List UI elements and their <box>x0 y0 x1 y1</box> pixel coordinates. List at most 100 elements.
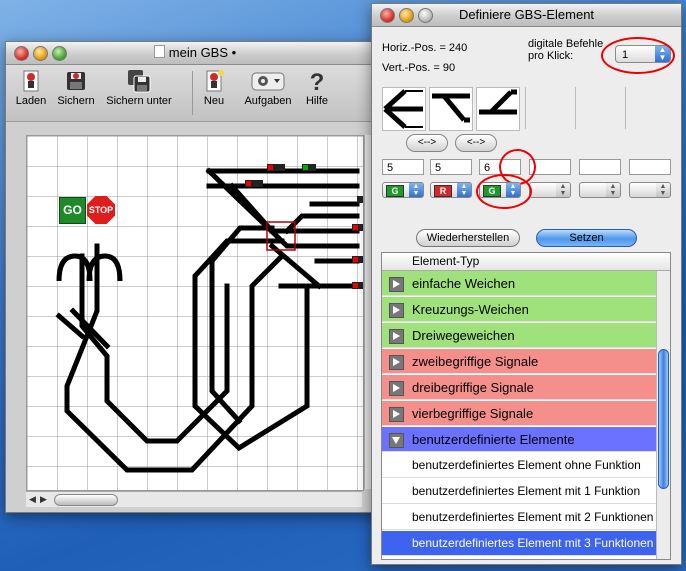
restore-button[interactable]: Wiederherstellen <box>416 229 520 247</box>
category-label: benutzerdefinierte Elemente <box>412 432 575 447</box>
swap-button-1[interactable]: <--> <box>406 134 448 152</box>
item-label: benutzerdefiniertes Element mit 1 Funkti… <box>412 484 641 498</box>
save-as-disk-icon <box>128 70 151 93</box>
list-item-element-ohne-funktion[interactable]: benutzerdefiniertes Element ohne Funktio… <box>382 453 657 478</box>
list-item-element-1-funktion[interactable]: benutzerdefiniertes Element mit 1 Funkti… <box>382 479 657 504</box>
disclosure-triangle-icon[interactable] <box>389 329 404 344</box>
item-label: benutzerdefiniertes Element ohne Funktio… <box>412 458 641 472</box>
address-field-6[interactable] <box>629 159 671 175</box>
signal-stepper-icon: ▲ ▼ <box>457 183 471 197</box>
category-zweibegriffige-signale[interactable]: zweibegriffige Signale <box>382 349 657 374</box>
tile-empty-6[interactable] <box>625 87 668 129</box>
category-einfache-weichen[interactable]: einfache Weichen <box>382 271 657 296</box>
track-layout[interactable] <box>27 136 363 490</box>
dialog-close-button[interactable] <box>380 8 395 23</box>
signal-popup-1[interactable]: G ▲ ▼ <box>382 182 424 198</box>
list-scroll-thumb[interactable] <box>658 349 669 489</box>
list-item-element-3-funktionen[interactable]: benutzerdefiniertes Element mit 3 Funkti… <box>382 531 657 556</box>
category-label: zweibegriffige Signale <box>412 354 539 369</box>
signal-chip-2: R <box>434 185 452 197</box>
layout-canvas[interactable]: GO STOP <box>26 135 364 491</box>
address-field-4[interactable] <box>529 159 571 175</box>
category-label: einfache Weichen <box>412 276 516 291</box>
disclosure-triangle-icon[interactable] <box>389 303 404 318</box>
category-vierbegriffige-signale[interactable]: vierbegriffige Signale <box>382 401 657 426</box>
main-titlebar[interactable]: mein GBS • <box>6 42 384 65</box>
laden-button[interactable]: Laden <box>12 69 50 107</box>
digital-commands-popup[interactable]: 1 ▲ ▼ <box>615 45 671 63</box>
digital-label-line1: digitale Befehle <box>528 38 604 50</box>
tile-empty-5[interactable] <box>575 87 618 129</box>
horizontal-scroll-thumb[interactable] <box>54 494 118 506</box>
signal-popup-4[interactable]: ▲ ▼ <box>529 182 571 198</box>
address-field-2[interactable]: 5 <box>430 159 472 175</box>
disclosure-triangle-icon[interactable] <box>389 277 404 292</box>
category-dreibegriffige-signale[interactable]: dreibegriffige Signale <box>382 375 657 400</box>
element-type-list[interactable]: Element-Typ einfache Weichen Kreuzungs-W… <box>381 252 671 560</box>
switch-left-icon <box>383 89 423 129</box>
digital-commands-value: 1 <box>622 49 629 61</box>
dialog-minimize-button[interactable] <box>399 8 414 23</box>
dialog-zoom-button[interactable] <box>418 8 433 23</box>
tile-switch-up[interactable] <box>476 87 520 131</box>
canvas-horizontal-scrollbar[interactable]: ◀ ▶ <box>26 491 362 507</box>
dialog-window-controls <box>380 8 437 30</box>
neu-button[interactable]: Neu <box>198 69 230 107</box>
tile-empty-4[interactable] <box>525 87 568 129</box>
save-disk-icon <box>67 72 85 90</box>
minimize-button[interactable] <box>33 46 48 61</box>
signal-popup-2[interactable]: R ▲ ▼ <box>430 182 472 198</box>
switch-up-icon <box>479 89 517 115</box>
address-field-1[interactable]: 5 <box>382 159 424 175</box>
svg-text:?: ? <box>310 69 325 93</box>
category-kreuzungs-weichen[interactable]: Kreuzungs-Weichen <box>382 297 657 322</box>
main-toolbar: Laden Sichern Sichern unter Neu Aufgaben… <box>6 65 384 122</box>
digital-label-line2: pro Klick: <box>528 50 574 62</box>
disclosure-triangle-open-icon[interactable] <box>389 433 404 448</box>
signal-stepper-icon: ▲ ▼ <box>656 183 670 197</box>
signal-popup-6[interactable]: ▲ ▼ <box>629 182 671 198</box>
list-vertical-scrollbar[interactable] <box>656 271 670 559</box>
signal-stepper-icon: ▲ ▼ <box>409 183 423 197</box>
item-label: benutzerdefiniertes Element mit 3 Funkti… <box>412 536 654 550</box>
scroll-left-arrow-icon[interactable]: ◀ <box>29 494 36 505</box>
category-benutzerdefinierte-elemente[interactable]: benutzerdefinierte Elemente <box>382 427 657 452</box>
category-label: Kreuzungs-Weichen <box>412 302 529 317</box>
sichern-unter-label: Sichern unter <box>106 95 172 107</box>
address-field-3[interactable]: 6 <box>479 159 521 175</box>
category-label: vierbegriffige Signale <box>412 406 534 421</box>
sichern-button[interactable]: Sichern <box>54 69 98 107</box>
laden-label: Laden <box>15 95 47 107</box>
horiz-pos-label: Horiz.-Pos. = 240 <box>382 42 468 54</box>
zoom-button[interactable] <box>52 46 67 61</box>
open-file-icon <box>23 70 39 92</box>
scroll-right-arrow-icon[interactable]: ▶ <box>40 494 47 505</box>
disclosure-triangle-icon[interactable] <box>389 355 404 370</box>
signal-popup-5[interactable]: ▲ ▼ <box>579 182 621 198</box>
dialog-title: Definiere GBS-Element <box>458 7 595 22</box>
signal-chip-1: G <box>386 185 404 197</box>
list-item-element-2-funktionen[interactable]: benutzerdefiniertes Element mit 2 Funkti… <box>382 505 657 530</box>
tile-switch-down[interactable] <box>429 87 473 131</box>
sichern-label: Sichern <box>57 95 95 107</box>
disclosure-triangle-icon[interactable] <box>389 407 404 422</box>
tile-switch-left[interactable] <box>382 87 426 131</box>
sichern-unter-button[interactable]: Sichern unter <box>102 69 176 107</box>
category-label: Dreiwegeweichen <box>412 328 515 343</box>
close-button[interactable] <box>14 46 29 61</box>
dialog-titlebar[interactable]: Definiere GBS-Element <box>372 4 681 27</box>
hilfe-label: Hilfe <box>305 95 328 107</box>
edited-dot: • <box>231 45 237 60</box>
category-dreiwegeweichen[interactable]: Dreiwegeweichen <box>382 323 657 348</box>
hilfe-button[interactable]: ? Hilfe <box>302 69 332 107</box>
swap-button-2[interactable]: <--> <box>455 134 497 152</box>
set-button[interactable]: Setzen <box>536 229 637 247</box>
disclosure-triangle-icon[interactable] <box>389 381 404 396</box>
signal-popup-3[interactable]: G ▲ ▼ <box>479 182 521 198</box>
address-field-5[interactable] <box>579 159 621 175</box>
new-document-icon <box>206 70 224 92</box>
vert-pos-label: Vert.-Pos. = 90 <box>382 62 456 74</box>
aufgaben-button[interactable]: Aufgaben <box>240 69 296 107</box>
neu-label: Neu <box>203 95 225 107</box>
switch-down-icon <box>432 93 470 123</box>
